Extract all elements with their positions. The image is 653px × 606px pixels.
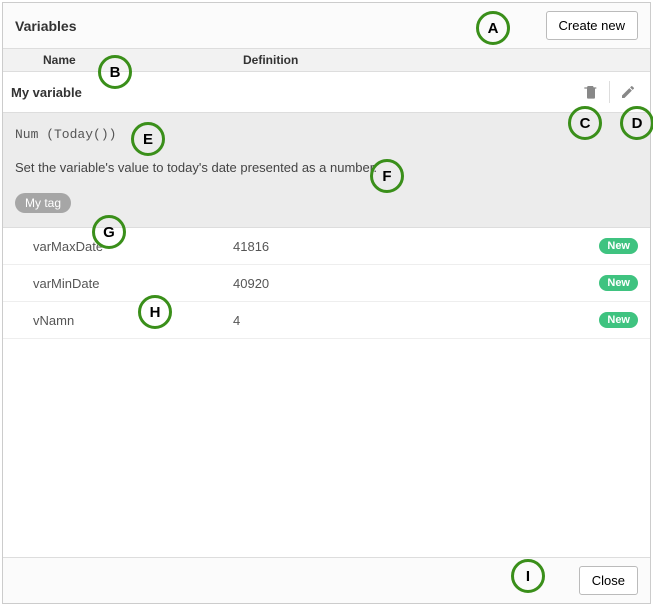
variable-detail-panel: Num (Today()) Set the variable's value t… (3, 113, 650, 228)
variables-dialog: Variables Create new Name Definition My … (2, 2, 651, 604)
selected-variable-name: My variable (11, 85, 577, 100)
variable-list: varMaxDate 41816 New varMinDate 40920 Ne… (3, 228, 650, 557)
new-badge: New (599, 312, 638, 328)
delete-button[interactable] (577, 78, 605, 106)
dialog-header: Variables Create new (3, 3, 650, 49)
variable-row[interactable]: varMaxDate 41816 New (3, 228, 650, 265)
icon-separator (609, 81, 610, 103)
variable-formula: Num (Today()) (15, 127, 638, 142)
trash-icon (583, 84, 599, 100)
variable-name: vNamn (33, 313, 233, 328)
dialog-title: Variables (15, 18, 77, 34)
column-definition-header: Definition (233, 49, 650, 71)
variable-definition: 40920 (233, 276, 599, 291)
column-headers: Name Definition (3, 49, 650, 72)
new-badge: New (599, 275, 638, 291)
variable-description: Set the variable's value to today's date… (15, 160, 638, 175)
column-name-header: Name (3, 49, 233, 71)
variable-row[interactable]: vNamn 4 New (3, 302, 650, 339)
new-badge: New (599, 238, 638, 254)
variable-name: varMinDate (33, 276, 233, 291)
create-new-button[interactable]: Create new (546, 11, 638, 40)
variable-row[interactable]: varMinDate 40920 New (3, 265, 650, 302)
variable-definition: 41816 (233, 239, 599, 254)
pencil-icon (620, 84, 636, 100)
variable-tag[interactable]: My tag (15, 193, 71, 213)
variable-definition: 4 (233, 313, 599, 328)
close-button[interactable]: Close (579, 566, 638, 595)
dialog-footer: Close (3, 557, 650, 603)
variable-name: varMaxDate (33, 239, 233, 254)
edit-button[interactable] (614, 78, 642, 106)
selected-variable-row[interactable]: My variable (3, 72, 650, 113)
